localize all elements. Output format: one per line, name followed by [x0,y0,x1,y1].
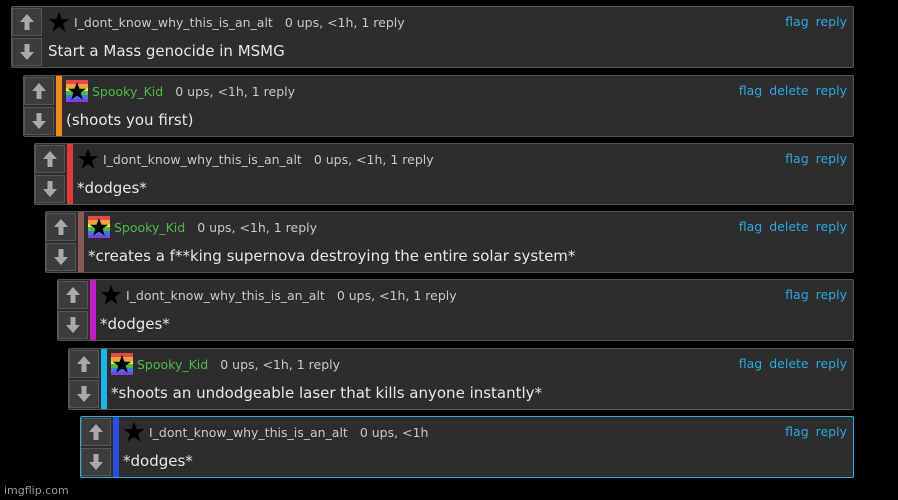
comment-text: *creates a f**king supernova destroying … [88,247,576,265]
comment-actions: flag delete reply [739,83,847,98]
comment-meta: 0 ups, <1h, 1 reply [284,14,405,30]
vote-controls [81,417,113,477]
comment-meta: 0 ups, <1h, 1 reply [313,151,434,167]
comment-meta: 0 ups, <1h, 1 reply [175,83,296,99]
imgflip-watermark: imgflip.com [4,484,69,497]
upvote-arrow-icon[interactable] [24,77,54,105]
upvote-arrow-icon[interactable] [58,281,88,309]
username-link[interactable]: Spooky_Kid [92,84,163,99]
comment-meta: 0 ups, <1h [359,424,429,440]
comment-text: Start a Mass genocide in MSMG [48,42,285,60]
comment: Spooky_Kid 0 ups, <1h, 1 reply flag delete r… [23,75,854,137]
comment-header: Spooky_Kid 0 ups, <1h, 1 reply [88,216,317,238]
comment-body: Spooky_Kid 0 ups, <1h, 1 reply flag delete r… [62,76,853,136]
comment-header: I_dont_know_why_this_is_an_alt 0 ups, <1h… [77,148,434,170]
comment-meta: 0 ups, <1h, 1 reply [220,356,341,372]
black-star-icon[interactable] [123,421,145,443]
reply-link[interactable]: reply [816,287,847,302]
upvote-arrow-icon[interactable] [46,213,76,241]
flag-link[interactable]: flag [739,83,762,98]
downvote-arrow-icon[interactable] [12,38,42,66]
black-star-icon[interactable] [48,11,70,33]
vote-controls [46,212,78,272]
rainbow-star-icon[interactable] [111,353,133,375]
comment-header: I_dont_know_why_this_is_an_alt 0 ups, <1h… [100,284,457,306]
comment-meta: 0 ups, <1h, 1 reply [197,219,318,235]
comment-text: *dodges* [100,315,170,333]
vote-controls [35,144,67,204]
vote-controls [69,349,101,409]
username-link[interactable]: I_dont_know_why_this_is_an_alt [149,425,348,440]
vote-controls [24,76,56,136]
comment-actions: flag delete reply [739,356,847,371]
comment-text: (shoots you first) [66,111,194,129]
reply-link[interactable]: reply [816,424,847,439]
comment-body: I_dont_know_why_this_is_an_alt 0 ups, <1h… [73,144,853,204]
flag-link[interactable]: flag [785,151,808,166]
reply-link[interactable]: reply [816,14,847,29]
comment: I_dont_know_why_this_is_an_alt 0 ups, <1h… [11,6,854,68]
comment-header: Spooky_Kid 0 ups, <1h, 1 reply [111,353,340,375]
username-link[interactable]: I_dont_know_why_this_is_an_alt [126,288,325,303]
comment-body: I_dont_know_why_this_is_an_alt 0 ups, <1h… [119,417,853,477]
reply-link[interactable]: reply [816,356,847,371]
username-link[interactable]: I_dont_know_why_this_is_an_alt [74,15,273,30]
downvote-arrow-icon[interactable] [69,380,99,408]
downvote-arrow-icon[interactable] [46,243,76,271]
flag-link[interactable]: flag [785,424,808,439]
delete-link[interactable]: delete [769,356,808,371]
comment-actions: flag reply [785,424,847,439]
comment-actions: flag delete reply [739,219,847,234]
comment-body: I_dont_know_why_this_is_an_alt 0 ups, <1h… [96,280,853,340]
comment: Spooky_Kid 0 ups, <1h, 1 reply flag delete r… [68,348,854,410]
comment-text: *dodges* [77,179,147,197]
comment-body: Spooky_Kid 0 ups, <1h, 1 reply flag delete r… [84,212,853,272]
username-link[interactable]: Spooky_Kid [137,357,208,372]
downvote-arrow-icon[interactable] [35,175,65,203]
flag-link[interactable]: flag [739,219,762,234]
comment: I_dont_know_why_this_is_an_alt 0 ups, <1h… [34,143,854,205]
comment-header: I_dont_know_why_this_is_an_alt 0 ups, <1h [123,421,428,443]
comment-actions: flag reply [785,151,847,166]
upvote-arrow-icon[interactable] [12,8,42,36]
delete-link[interactable]: delete [769,219,808,234]
comment-actions: flag reply [785,287,847,302]
rainbow-star-icon[interactable] [66,80,88,102]
flag-link[interactable]: flag [739,356,762,371]
vote-controls [12,7,44,67]
username-link[interactable]: Spooky_Kid [114,220,185,235]
vote-controls [58,280,90,340]
comment-text: *shoots an undodgeable laser that kills … [111,384,543,402]
comment-body: I_dont_know_why_this_is_an_alt 0 ups, <1h… [44,7,853,67]
reply-link[interactable]: reply [816,83,847,98]
comment: Spooky_Kid 0 ups, <1h, 1 reply flag delete r… [45,211,854,273]
black-star-icon[interactable] [77,148,99,170]
upvote-arrow-icon[interactable] [69,350,99,378]
comment: I_dont_know_why_this_is_an_alt 0 ups, <1h… [80,416,854,478]
comment-actions: flag reply [785,14,847,29]
comment-header: Spooky_Kid 0 ups, <1h, 1 reply [66,80,295,102]
reply-link[interactable]: reply [816,151,847,166]
flag-link[interactable]: flag [785,14,808,29]
downvote-arrow-icon[interactable] [58,311,88,339]
delete-link[interactable]: delete [769,83,808,98]
rainbow-star-icon[interactable] [88,216,110,238]
upvote-arrow-icon[interactable] [35,145,65,173]
comment-body: Spooky_Kid 0 ups, <1h, 1 reply flag delete r… [107,349,853,409]
reply-link[interactable]: reply [816,219,847,234]
black-star-icon[interactable] [100,284,122,306]
comment-header: I_dont_know_why_this_is_an_alt 0 ups, <1h… [48,11,405,33]
comment-text: *dodges* [123,452,193,470]
username-link[interactable]: I_dont_know_why_this_is_an_alt [103,152,302,167]
comment-meta: 0 ups, <1h, 1 reply [336,287,457,303]
downvote-arrow-icon[interactable] [24,107,54,135]
flag-link[interactable]: flag [785,287,808,302]
upvote-arrow-icon[interactable] [81,418,111,446]
downvote-arrow-icon[interactable] [81,448,111,476]
comment: I_dont_know_why_this_is_an_alt 0 ups, <1h… [57,279,854,341]
